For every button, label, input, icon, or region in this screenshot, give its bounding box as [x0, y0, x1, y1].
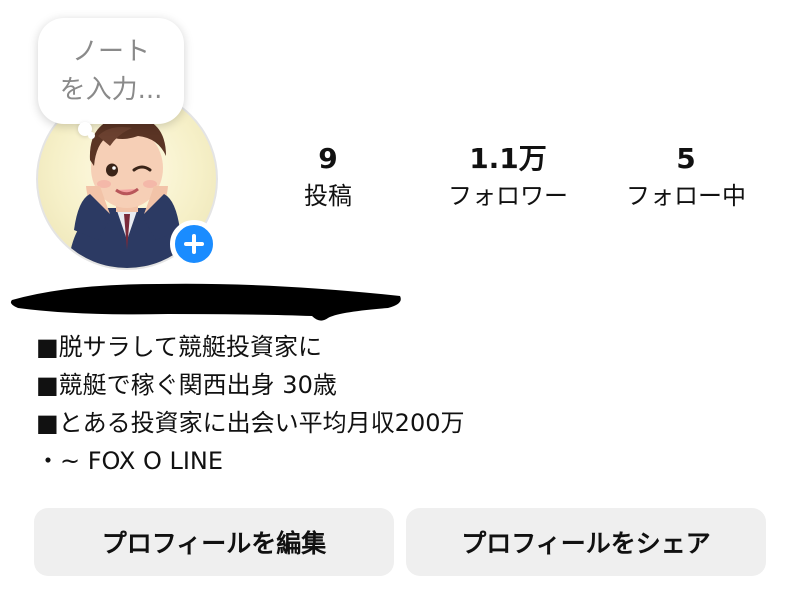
posts-count: 9 — [318, 142, 338, 175]
stat-following[interactable]: 5 フォロー中 — [596, 142, 776, 214]
followers-label: フォロワー — [448, 182, 568, 210]
bio-line-1: ■脱サラして競艇投資家に — [36, 333, 322, 361]
plus-icon — [184, 234, 204, 254]
note-bubble-tail-small — [88, 132, 95, 139]
stat-followers[interactable]: 1.1万 フォロワー — [418, 142, 598, 214]
edit-profile-button[interactable]: プロフィールを編集 — [34, 508, 394, 576]
add-story-button[interactable] — [170, 220, 218, 268]
note-placeholder-line2: を入力... — [59, 75, 163, 105]
bio-line-2: ■競艇で稼ぐ関西出身 30歳 — [36, 371, 337, 399]
followers-count: 1.1万 — [469, 142, 547, 175]
profile-header: ノート を入力... 9 投稿 1.1万 フォロワー 5 フォロー中 ■脱サラし… — [0, 0, 800, 613]
bio-line-3: ■とある投資家に出会い平均月収200万 — [36, 409, 465, 437]
note-bubble[interactable]: ノート を入力... — [38, 18, 184, 124]
bio-line-4: ・~ FOX O LINE — [36, 447, 224, 475]
bio: ■脱サラして競艇投資家に ■競艇で稼ぐ関西出身 30歳 ■とある投資家に出会い平… — [36, 328, 464, 480]
stat-posts[interactable]: 9 投稿 — [238, 142, 418, 214]
redacted-username — [10, 283, 401, 321]
posts-label: 投稿 — [304, 182, 352, 210]
following-count: 5 — [676, 142, 696, 175]
share-profile-button[interactable]: プロフィールをシェア — [406, 508, 766, 576]
note-placeholder-line1: ノート — [71, 37, 150, 67]
following-label: フォロー中 — [626, 182, 746, 210]
